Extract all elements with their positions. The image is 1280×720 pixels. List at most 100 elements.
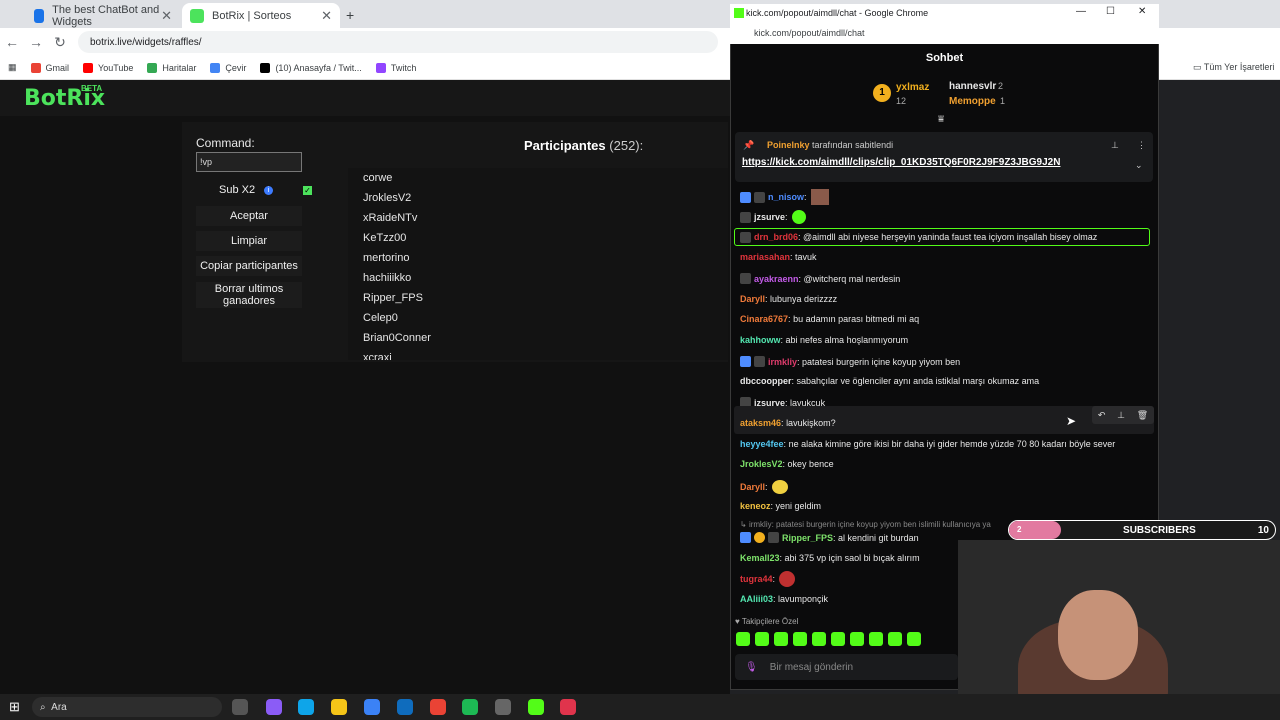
chat-message[interactable]: mariasahan: tavuk [740, 252, 817, 262]
popup-url[interactable]: kick.com/popout/aimdll/chat [754, 28, 865, 38]
leader-name[interactable]: hannesvlr [949, 81, 996, 92]
clear-button[interactable]: Limpiar [196, 231, 302, 251]
chat-username[interactable]: dbccoopper [740, 376, 792, 386]
delete-icon[interactable]: 🗑 [1137, 410, 1148, 421]
bookmark-maps[interactable]: Haritalar [147, 62, 196, 73]
chat-message[interactable]: drn_brd06: @aimdll abi niyese herşeyin y… [734, 228, 1150, 246]
obs-icon[interactable] [495, 699, 511, 715]
chat-message[interactable]: heyye4fee: ne alaka kimine göre ikisi bi… [740, 439, 1115, 449]
clear-winners-button[interactable]: Borrar ultimos ganadores [196, 282, 302, 308]
kick-icon[interactable] [528, 699, 544, 715]
all-bookmarks[interactable]: ▭ Tüm Yer İşaretleri [1193, 62, 1274, 73]
emote-icon[interactable] [850, 632, 864, 646]
chat-username[interactable]: kahhoww [740, 335, 781, 345]
more-icon[interactable]: ⋮ [1137, 140, 1146, 151]
emote-icon[interactable] [888, 632, 902, 646]
bookmark-youtube[interactable]: YouTube [83, 62, 133, 73]
unpin-icon[interactable]: ⊥ [1111, 140, 1119, 151]
chat-username[interactable]: mariasahan [740, 252, 790, 262]
collapse-icon[interactable]: ⩸ [938, 114, 944, 125]
chat-message[interactable]: Kemall23: abi 375 vp için saol bi bıçak … [740, 553, 920, 563]
chat-message[interactable]: ayakraenn: @witcherq mal nerdesin [740, 273, 900, 284]
maximize-icon[interactable]: ☐ [1106, 6, 1115, 17]
chat-message[interactable]: JroklesV2: okey bence [740, 459, 834, 469]
chat-message[interactable]: Ripper_FPS: al kendini git burdan [740, 532, 919, 543]
leader-name[interactable]: Memoppe [949, 96, 996, 107]
minimize-icon[interactable]: — [1076, 6, 1086, 17]
task-view-icon[interactable] [232, 699, 248, 715]
chat-message[interactable]: dbccoopper: sabahçılar ve öglenciler ayn… [740, 376, 1039, 386]
chat-username[interactable]: keneoz [740, 501, 771, 511]
file-explorer-icon[interactable] [331, 699, 347, 715]
chat-username[interactable]: drn_brd06 [754, 232, 798, 242]
app-icon[interactable] [560, 699, 576, 715]
chrome-icon[interactable] [430, 699, 446, 715]
pin-message-icon[interactable]: ⊥ [1117, 410, 1125, 421]
chat-username[interactable]: ayakraenn [754, 274, 799, 284]
chat-message[interactable]: keneoz: yeni geldim [740, 501, 821, 511]
reply-icon[interactable]: ↶ [1098, 410, 1106, 421]
chat-username[interactable]: heyye4fee [740, 439, 784, 449]
forward-icon[interactable]: → [24, 34, 48, 50]
windows-start-icon[interactable]: ⊞ [9, 699, 20, 715]
chevron-down-icon[interactable]: ⌄ [1135, 160, 1143, 171]
chat-username[interactable]: Kemall23 [740, 553, 780, 563]
chat-input[interactable]: 🎙 Bir mesaj gönderin [735, 654, 958, 680]
emote-icon[interactable] [774, 632, 788, 646]
chat-username[interactable]: tugra44 [740, 574, 773, 584]
chat-message[interactable]: Daryll: lubunya derizzzz [740, 294, 837, 304]
copilot-icon[interactable] [266, 699, 282, 715]
chat-message[interactable]: AAliii03: lavumponçik [740, 594, 828, 604]
chat-username[interactable]: ataksm46 [740, 418, 781, 428]
emote-icon[interactable] [907, 632, 921, 646]
bookmark-twitch[interactable]: Twitch [375, 62, 416, 73]
chat-message[interactable]: Cinara6767: bu adamın parası bitmedi mi … [740, 314, 919, 324]
bookmark-translate[interactable]: Çevir [210, 62, 246, 73]
pinned-link[interactable]: https://kick.com/aimdll/clips/clip_01KD3… [742, 157, 1060, 168]
chat-username[interactable]: Ripper_FPS [782, 533, 833, 543]
microphone-icon[interactable]: 🎙 [745, 662, 758, 673]
participants-list[interactable]: corwe JroklesV2 xRaideNTv KeTzz00 mertor… [348, 168, 728, 360]
emote-icon[interactable] [869, 632, 883, 646]
chat-username[interactable]: Daryll [740, 482, 765, 492]
spotify-icon[interactable] [462, 699, 478, 715]
chat-username[interactable]: JroklesV2 [740, 459, 783, 469]
chat-username[interactable]: jzsurve [754, 212, 785, 222]
chat-username[interactable]: Daryll [740, 294, 765, 304]
close-icon[interactable]: ✕ [1138, 6, 1146, 17]
chat-message[interactable]: jzsurve: [740, 210, 806, 224]
chat-message[interactable]: irmkliy: patatesi burgerin içine koyup y… [740, 356, 960, 367]
chat-username[interactable]: AAliii03 [740, 594, 773, 604]
chat-username[interactable]: n_nisow [768, 192, 804, 202]
chat-message[interactable]: Daryll: [740, 480, 788, 494]
apps-icon[interactable]: ▦ [8, 62, 17, 73]
emote-icon[interactable] [831, 632, 845, 646]
address-bar[interactable]: botrix.live/widgets/raffles/ [78, 31, 718, 53]
bookmark-gmail[interactable]: Gmail [30, 62, 69, 73]
tab-botrix[interactable]: BotRix | Sorteos ✕ [182, 3, 340, 28]
bookmark-x[interactable]: (10) Anasayfa / Twit... [260, 62, 362, 73]
copy-participants-button[interactable]: Copiar participantes [196, 256, 302, 276]
chat-message[interactable]: n_nisow: [740, 189, 829, 205]
command-input[interactable] [196, 152, 302, 172]
sub-x2-checkbox[interactable]: ✓ [303, 186, 312, 195]
chat-message[interactable]: kahhoww: abi nefes alma hoşlanmıyorum [740, 335, 908, 345]
new-tab-icon[interactable]: + [346, 7, 354, 23]
back-icon[interactable]: ← [0, 34, 24, 50]
edge-icon[interactable] [298, 699, 314, 715]
outlook-icon[interactable] [397, 699, 413, 715]
emote-icon[interactable] [736, 632, 750, 646]
emote-icon[interactable] [812, 632, 826, 646]
tab-chatbot[interactable]: The best ChatBot and Widgets ✕ [26, 3, 180, 28]
emote-icon[interactable] [793, 632, 807, 646]
chat-message[interactable]: tugra44: [740, 571, 796, 587]
tab-close-icon[interactable]: ✕ [321, 8, 332, 24]
taskbar-search[interactable]: ⌕ Ara [32, 697, 222, 717]
chat-message[interactable]: ataksm46: lavukişkom? [740, 418, 836, 428]
chat-username[interactable]: Cinara6767 [740, 314, 788, 324]
accept-button[interactable]: Aceptar [196, 206, 302, 226]
leader-name[interactable]: yxlmaz [896, 82, 929, 93]
chat-username[interactable]: irmkliy [768, 357, 797, 367]
info-icon[interactable]: i [264, 186, 273, 195]
tab-close-icon[interactable]: ✕ [161, 8, 172, 24]
